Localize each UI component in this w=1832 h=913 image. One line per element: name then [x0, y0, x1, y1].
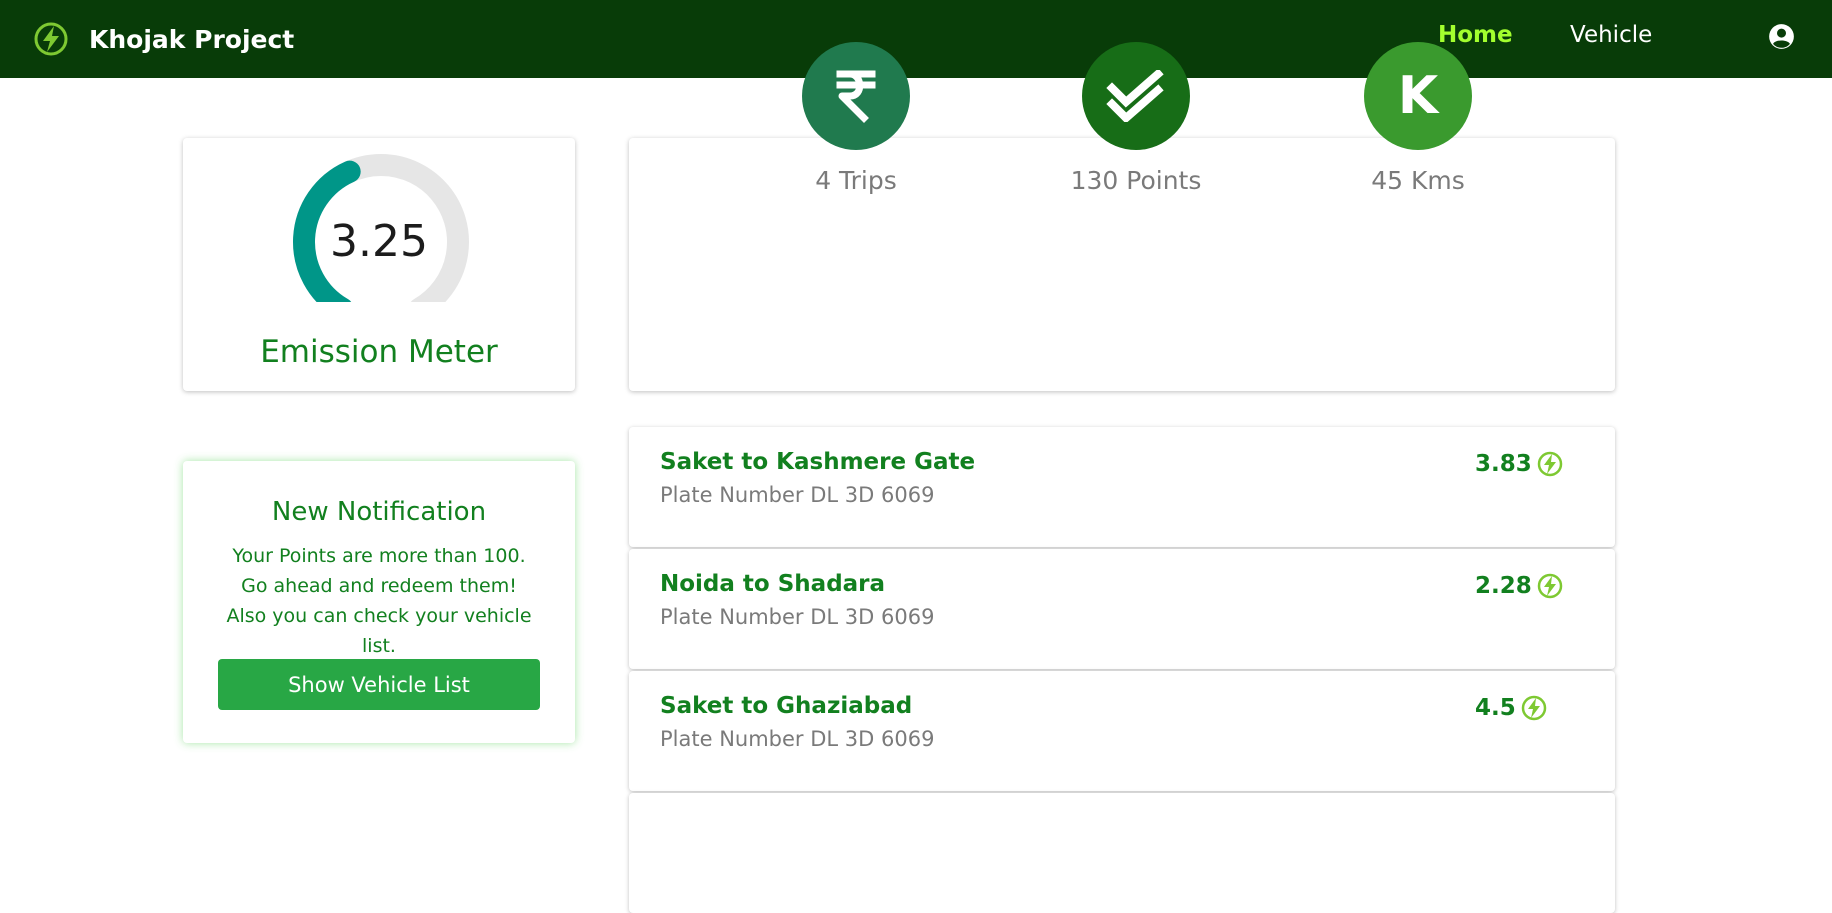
- trip-score-value: 2.28: [1475, 573, 1532, 599]
- trip-score-value: 4.5: [1475, 695, 1516, 721]
- stat-trips-badge: [802, 42, 910, 150]
- notification-card: New Notification Your Points are more th…: [183, 461, 575, 743]
- trip-route: Saket to Kashmere Gate: [660, 449, 976, 475]
- rupee-icon: [836, 70, 876, 123]
- nav-vehicle-link[interactable]: Vehicle: [1570, 22, 1652, 48]
- trip-score: 2.28: [1475, 571, 1564, 601]
- bolt-icon: [1521, 695, 1546, 721]
- stat-kms-badge: K: [1364, 42, 1472, 150]
- trip-score: 3.83: [1475, 449, 1564, 479]
- stat-kms: K 45 Kms: [1338, 42, 1498, 195]
- emission-value: 3.25: [330, 216, 428, 267]
- trip-item[interactable]: Noida to Shadara Plate Number DL 3D 6069…: [629, 549, 1615, 669]
- bolt-logo-icon: [34, 22, 68, 56]
- trip-item[interactable]: Saket to Ghaziabad Plate Number DL 3D 60…: [629, 671, 1615, 791]
- trip-route: Noida to Shadara: [660, 571, 886, 597]
- stat-points-badge: [1082, 42, 1190, 150]
- user-account-icon[interactable]: [1768, 23, 1795, 50]
- bolt-icon: [1537, 573, 1562, 599]
- stat-trips-label: 4 Trips: [815, 166, 897, 195]
- stat-trips: 4 Trips: [776, 42, 936, 195]
- notification-text: Your Points are more than 100. Go ahead …: [226, 545, 532, 657]
- stat-points: 130 Points: [1056, 42, 1216, 195]
- trip-plate: Plate Number DL 3D 6069: [660, 483, 935, 507]
- trip-score: 4.5: [1475, 693, 1548, 723]
- stat-points-label: 130 Points: [1070, 166, 1202, 195]
- trip-item[interactable]: Saket to Kashmere Gate Plate Number DL 3…: [629, 427, 1615, 547]
- show-vehicle-list-button[interactable]: Show Vehicle List: [218, 659, 540, 710]
- trip-plate: Plate Number DL 3D 6069: [660, 605, 935, 629]
- bolt-icon: [1537, 451, 1562, 477]
- trip-plate: Plate Number DL 3D 6069: [660, 727, 935, 751]
- check-double-icon: [1106, 70, 1164, 122]
- trip-score-value: 3.83: [1475, 451, 1532, 477]
- notification-title: New Notification: [271, 497, 487, 527]
- k-letter-icon: K: [1397, 66, 1439, 126]
- trip-item[interactable]: [629, 793, 1615, 913]
- stat-kms-label: 45 Kms: [1371, 166, 1465, 195]
- app-title: Khojak Project: [89, 24, 295, 54]
- brand[interactable]: Khojak Project: [33, 19, 294, 59]
- emission-meter-title: Emission Meter: [260, 334, 498, 370]
- emission-meter-card: 3.25 Emission Meter: [183, 138, 575, 391]
- trip-route: Saket to Ghaziabad: [660, 693, 913, 719]
